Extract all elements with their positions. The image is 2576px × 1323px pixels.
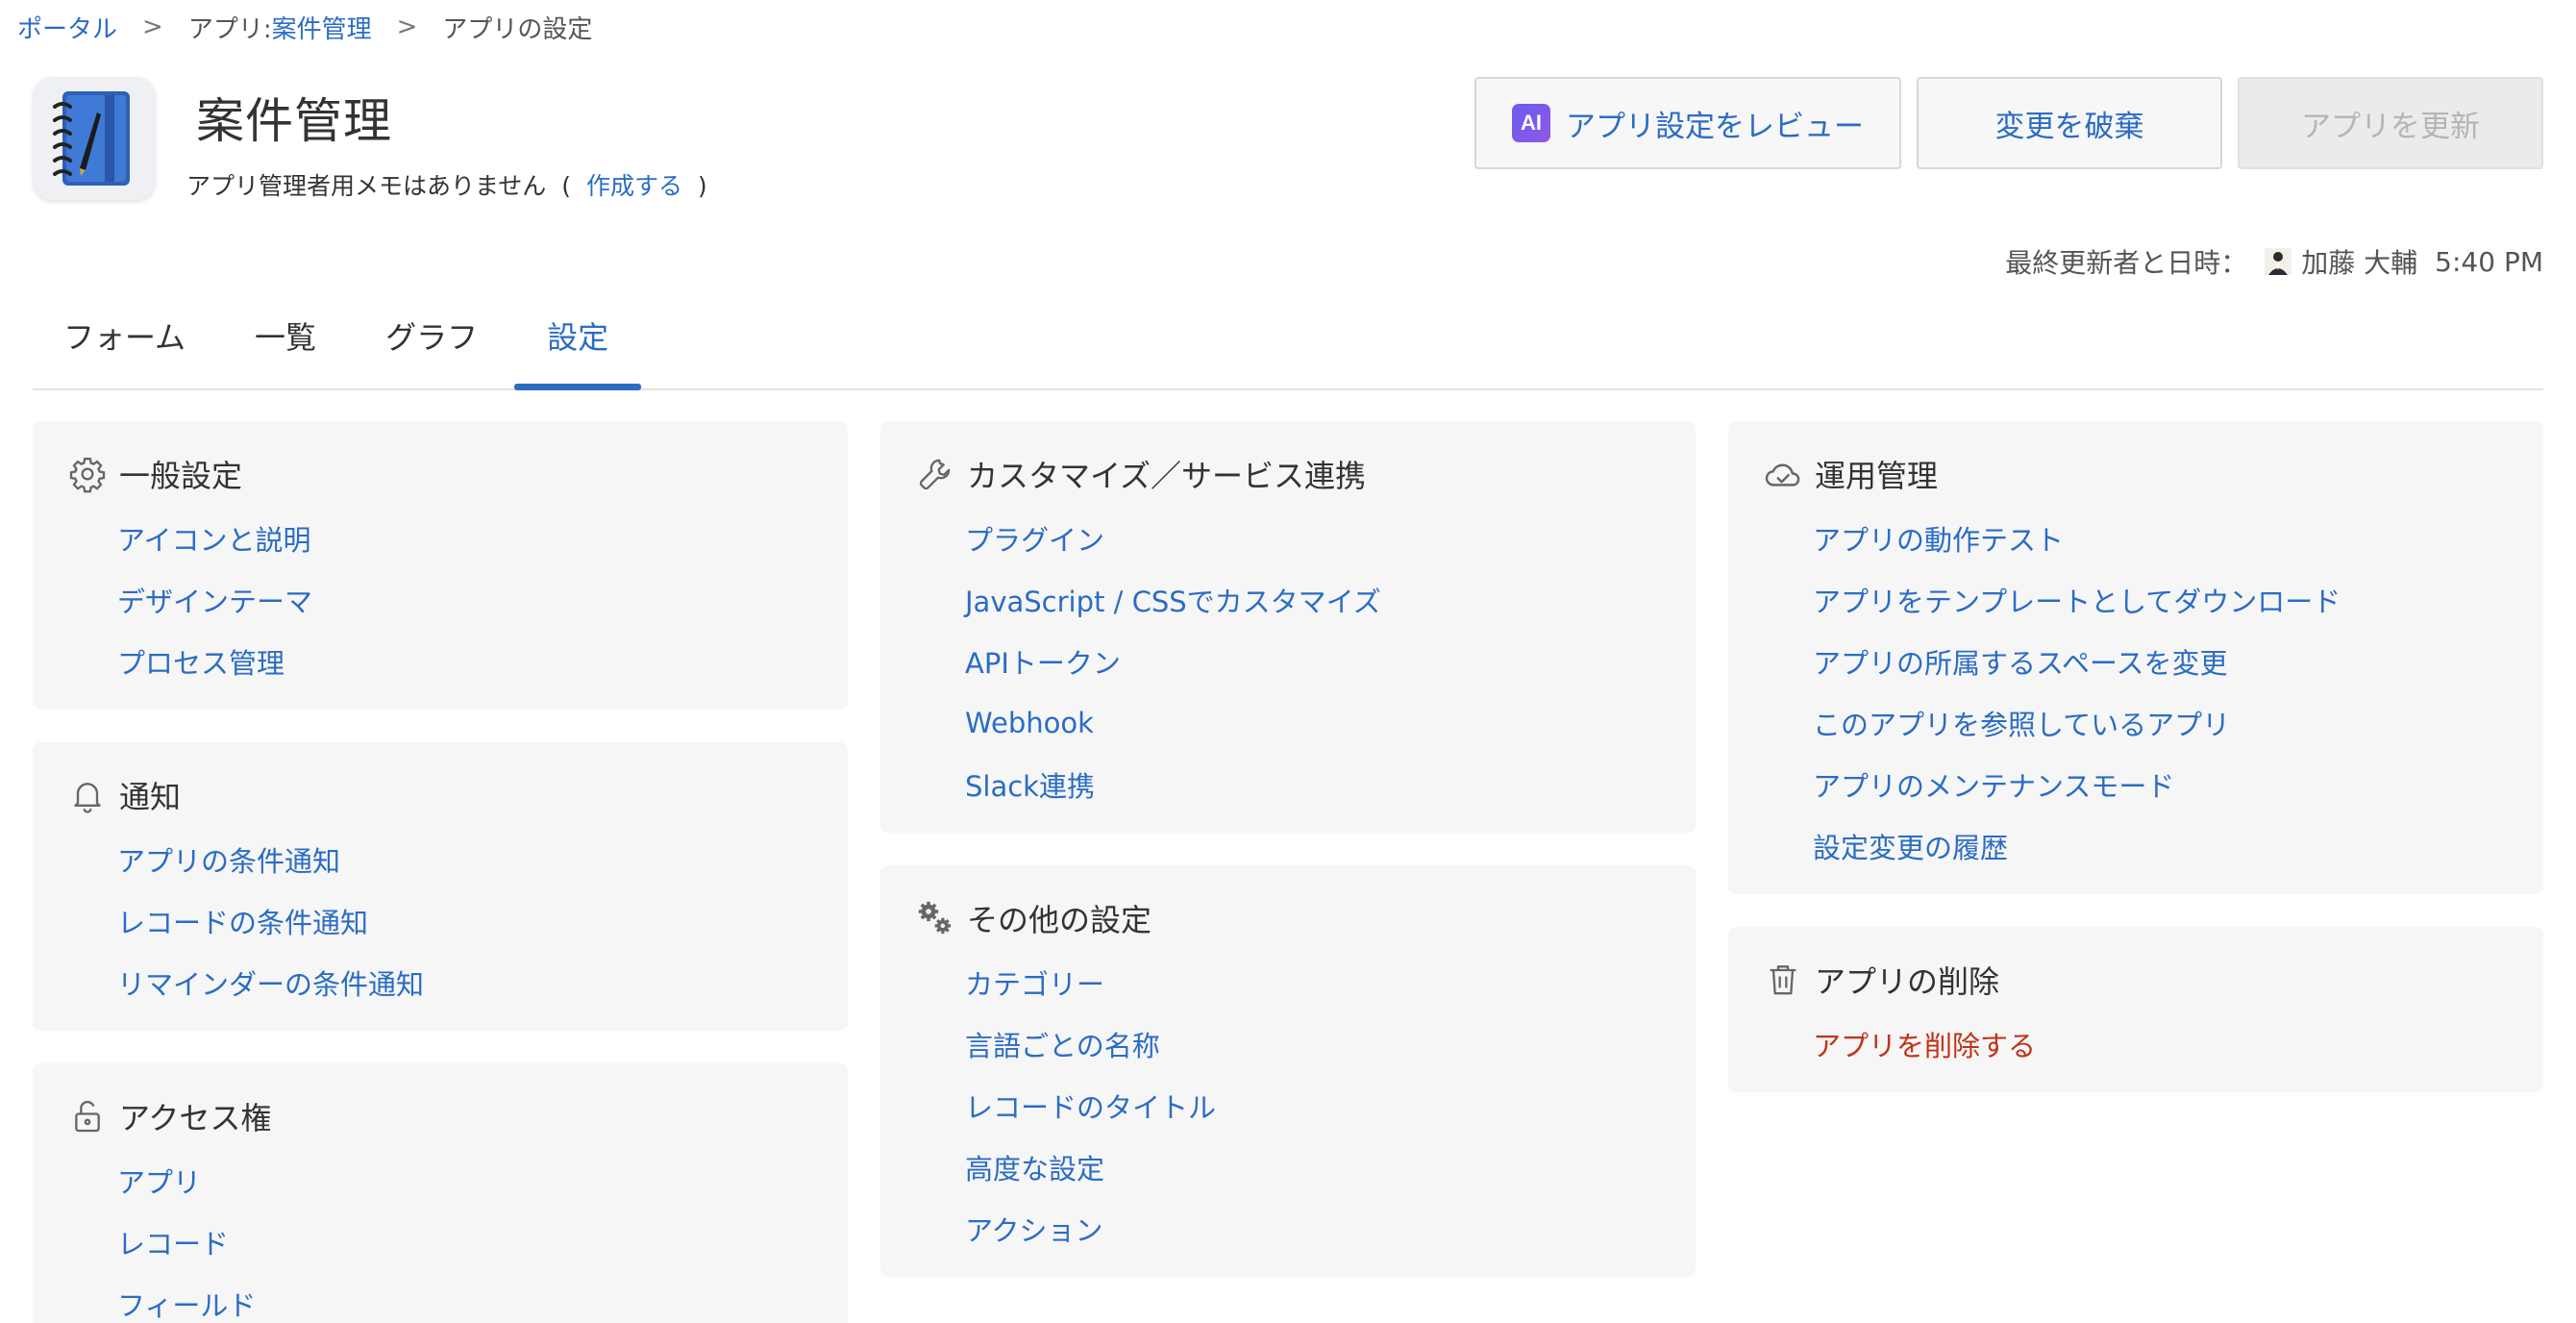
- breadcrumb: ポータル > アプリ: 案件管理 > アプリの設定: [17, 0, 2543, 54]
- create-memo-link[interactable]: 作成する: [586, 172, 682, 200]
- last-updated-time: 5:40 PM: [2435, 245, 2543, 278]
- card-title: 運用管理: [1815, 458, 1939, 494]
- breadcrumb-portal-link[interactable]: ポータル: [17, 10, 117, 45]
- link-icon-and-description[interactable]: アイコンと説明: [117, 508, 848, 569]
- card-items: カテゴリー 言語ごとの名称 レコードのタイトル 高度な設定 アクション: [880, 952, 1696, 1260]
- delete-app-card: アプリの削除 アプリを削除する: [1728, 927, 2543, 1092]
- link-access-record[interactable]: レコード: [117, 1211, 848, 1273]
- link-reminder-condition-notification[interactable]: リマインダーの条件通知: [117, 952, 848, 1013]
- update-button-label: アプリを更新: [2301, 109, 2480, 144]
- link-webhook[interactable]: Webhook: [965, 692, 1696, 754]
- link-plugin[interactable]: プラグイン: [965, 508, 1696, 569]
- link-change-space[interactable]: アプリの所属するスペースを変更: [1813, 631, 2543, 692]
- gears-icon: [915, 898, 955, 938]
- link-design-theme[interactable]: デザインテーマ: [117, 569, 848, 631]
- card-header: 一般設定: [33, 446, 848, 502]
- link-app-condition-notification[interactable]: アプリの条件通知: [117, 829, 848, 890]
- tab-list[interactable]: 一覧: [255, 292, 316, 388]
- update-app-button[interactable]: アプリを更新: [2238, 77, 2543, 169]
- card-items: アプリ レコード フィールド: [33, 1150, 848, 1323]
- card-items: アプリを削除する: [1728, 1013, 2543, 1075]
- card-items: アイコンと説明 デザインテーマ プロセス管理: [33, 508, 848, 692]
- breadcrumb-app-prefix: アプリ:: [187, 14, 272, 44]
- settings-column-3: 運用管理 アプリの動作テスト アプリをテンプレートとしてダウンロード アプリの所…: [1728, 421, 2543, 1323]
- card-header: カスタマイズ／サービス連携: [880, 446, 1696, 502]
- header-buttons: AI アプリ設定をレビュー 変更を破棄 アプリを更新: [1474, 77, 2543, 169]
- discard-button-label: 変更を破棄: [1994, 109, 2144, 144]
- card-header: 運用管理: [1728, 446, 2543, 502]
- link-process-management[interactable]: プロセス管理: [117, 631, 848, 692]
- card-title: 一般設定: [119, 458, 243, 494]
- link-category[interactable]: カテゴリー: [965, 952, 1696, 1013]
- link-access-app[interactable]: アプリ: [117, 1150, 848, 1211]
- last-updated: 最終更新者と日時： 加藤 大輔 5:40 PM: [2005, 242, 2543, 281]
- chevron-right-icon: >: [142, 12, 163, 41]
- link-maintenance-mode[interactable]: アプリのメンテナンスモード: [1813, 754, 2543, 815]
- link-referencing-apps[interactable]: このアプリを参照しているアプリ: [1813, 692, 2543, 754]
- tab-graph[interactable]: グラフ: [385, 292, 478, 388]
- link-record-condition-notification[interactable]: レコードの条件通知: [117, 890, 848, 952]
- discard-changes-button[interactable]: 変更を破棄: [1917, 77, 2222, 169]
- card-header: 通知: [33, 767, 848, 823]
- settings-column-2: カスタマイズ／サービス連携 プラグイン JavaScript / CSSでカスタ…: [880, 421, 1696, 1323]
- tab-form[interactable]: フォーム: [63, 292, 186, 388]
- chevron-right-icon: >: [396, 12, 418, 41]
- link-localized-names[interactable]: 言語ごとの名称: [965, 1013, 1696, 1075]
- link-change-history[interactable]: 設定変更の履歴: [1813, 815, 2543, 877]
- other-settings-card: その他の設定 カテゴリー 言語ごとの名称 レコードのタイトル 高度な設定 アクシ…: [880, 865, 1696, 1277]
- card-title: アクセス権: [119, 1100, 272, 1136]
- review-button-label: アプリ設定をレビュー: [1566, 109, 1864, 144]
- link-app-test[interactable]: アプリの動作テスト: [1813, 508, 2543, 569]
- card-items: アプリの動作テスト アプリをテンプレートとしてダウンロード アプリの所属するスペ…: [1728, 508, 2543, 877]
- memo-paren-close: ): [697, 172, 707, 200]
- bell-icon: [67, 775, 108, 815]
- tab-settings[interactable]: 設定: [514, 292, 642, 390]
- customize-card: カスタマイズ／サービス連携 プラグイン JavaScript / CSSでカスタ…: [880, 421, 1696, 833]
- card-title: その他の設定: [967, 902, 1152, 938]
- access-rights-card: アクセス権 アプリ レコード フィールド: [33, 1063, 848, 1323]
- link-api-token[interactable]: APIトークン: [965, 631, 1696, 692]
- gear-icon: [67, 454, 108, 494]
- card-header: その他の設定: [880, 890, 1696, 946]
- app-header: 案件管理 アプリ管理者用メモはありません ( 作成する ) AI アプリ設定をレ…: [33, 54, 2543, 279]
- review-app-settings-button[interactable]: AI アプリ設定をレビュー: [1474, 77, 1901, 169]
- last-updated-label: 最終更新者と日時：: [2005, 247, 2248, 279]
- admin-memo: アプリ管理者用メモはありません ( 作成する ): [186, 167, 715, 202]
- settings-column-1: 一般設定 アイコンと説明 デザインテーマ プロセス管理 通知 アプリの条件通知 …: [33, 421, 848, 1323]
- breadcrumb-current: アプリの設定: [442, 14, 593, 44]
- avatar: [2265, 248, 2292, 275]
- link-slack[interactable]: Slack連携: [965, 754, 1696, 815]
- settings-columns: 一般設定 アイコンと説明 デザインテーマ プロセス管理 通知 アプリの条件通知 …: [33, 421, 2543, 1323]
- cloud-check-icon: [1763, 454, 1803, 494]
- card-items: アプリの条件通知 レコードの条件通知 リマインダーの条件通知: [33, 829, 848, 1013]
- app-settings-page: ポータル > アプリ: 案件管理 > アプリの設定 案件管理 アプリ管理者用メモ…: [0, 0, 2576, 1323]
- link-advanced-settings[interactable]: 高度な設定: [965, 1136, 1696, 1198]
- last-updated-user[interactable]: 加藤 大輔: [2301, 242, 2417, 281]
- breadcrumb-app-link[interactable]: 案件管理: [272, 10, 372, 45]
- notification-card: 通知 アプリの条件通知 レコードの条件通知 リマインダーの条件通知: [33, 742, 848, 1031]
- notebook-icon: [33, 77, 156, 200]
- card-title: 通知: [119, 779, 182, 815]
- link-actions[interactable]: アクション: [965, 1198, 1696, 1260]
- link-js-css-customize[interactable]: JavaScript / CSSでカスタマイズ: [965, 569, 1696, 631]
- card-title: カスタマイズ／サービス連携: [967, 458, 1367, 494]
- card-title: アプリの削除: [1815, 963, 2000, 1000]
- wrench-icon: [915, 454, 955, 494]
- trash-icon: [1763, 960, 1803, 1000]
- delete-app-link[interactable]: アプリを削除する: [1813, 1013, 2543, 1075]
- card-items: プラグイン JavaScript / CSSでカスタマイズ APIトークン We…: [880, 508, 1696, 815]
- ai-icon: AI: [1512, 104, 1550, 142]
- operation-management-card: 運用管理 アプリの動作テスト アプリをテンプレートとしてダウンロード アプリの所…: [1728, 421, 2543, 894]
- settings-tabs: フォーム 一覧 グラフ 設定: [33, 292, 2543, 390]
- general-settings-card: 一般設定 アイコンと説明 デザインテーマ プロセス管理: [33, 421, 848, 710]
- admin-memo-text: アプリ管理者用メモはありません: [186, 172, 547, 200]
- link-access-field[interactable]: フィールド: [117, 1273, 848, 1323]
- link-record-title[interactable]: レコードのタイトル: [965, 1075, 1696, 1136]
- unlock-icon: [67, 1096, 108, 1136]
- app-title: 案件管理: [196, 93, 392, 149]
- link-download-template[interactable]: アプリをテンプレートとしてダウンロード: [1813, 569, 2543, 631]
- memo-paren-open: (: [561, 172, 571, 200]
- card-header: アクセス権: [33, 1088, 848, 1144]
- card-header: アプリの削除: [1728, 952, 2543, 1008]
